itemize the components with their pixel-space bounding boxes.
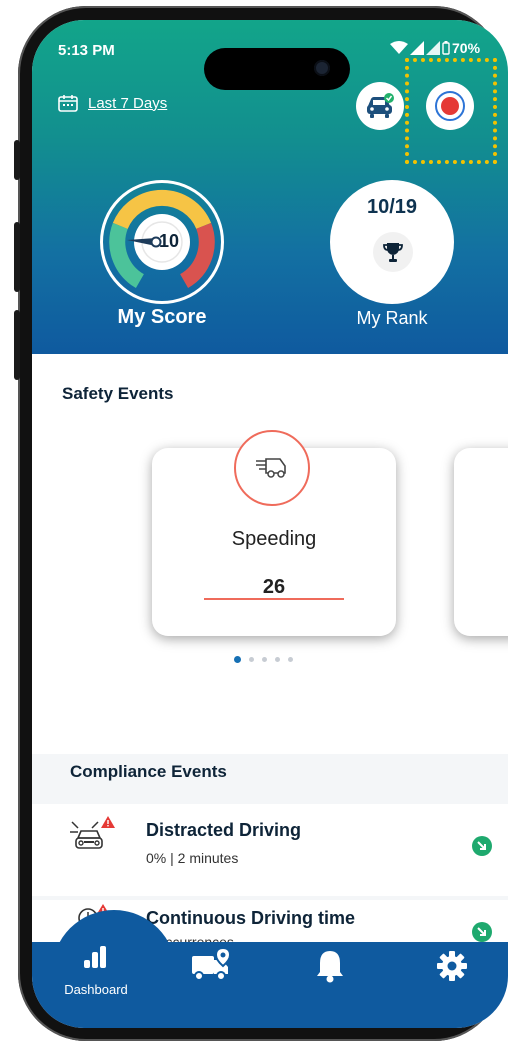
trophy-icon bbox=[373, 232, 413, 272]
rank-label: My Rank bbox=[356, 308, 428, 328]
battery-percent: 70% bbox=[452, 40, 481, 56]
nav-vehicle-location[interactable] bbox=[190, 946, 240, 992]
nav-dashboard-label: Dashboard bbox=[64, 982, 128, 997]
pagination-dot-4[interactable] bbox=[275, 657, 280, 662]
score-gauge[interactable]: 10 bbox=[100, 180, 224, 304]
phone-volume-up bbox=[14, 222, 20, 292]
date-filter[interactable]: Last 7 Days bbox=[58, 94, 167, 112]
phone-volume-down bbox=[14, 310, 20, 380]
compliance-events-title: Compliance Events bbox=[70, 762, 227, 781]
nav-dashboard[interactable]: Dashboard bbox=[56, 946, 136, 1006]
phone-mute-switch bbox=[14, 140, 20, 180]
rank-value: 10/19 bbox=[366, 196, 418, 218]
speeding-count: 26 bbox=[262, 576, 286, 598]
pagination-dot-1[interactable] bbox=[234, 656, 241, 663]
app-screen: 5:13 PM 70% Last 7 Days 10 My Score 10/1… bbox=[32, 20, 508, 1028]
trend-down-icon-2 bbox=[472, 922, 492, 942]
truck-location-icon bbox=[192, 946, 232, 981]
speeding-icon bbox=[234, 430, 310, 506]
status-time: 5:13 PM bbox=[58, 42, 115, 59]
vehicle-status-button[interactable] bbox=[356, 82, 404, 130]
pagination-dot-5[interactable] bbox=[288, 657, 293, 662]
highlight-box bbox=[405, 58, 497, 164]
bell-icon bbox=[317, 951, 343, 983]
battery-icon bbox=[442, 41, 450, 55]
date-filter-label[interactable]: Last 7 Days bbox=[88, 95, 167, 112]
score-label: My Score bbox=[117, 306, 207, 328]
status-icons: 70% bbox=[390, 40, 480, 56]
pagination-dot-3[interactable] bbox=[262, 657, 267, 662]
speeding-underline bbox=[204, 598, 344, 600]
nav-notifications[interactable] bbox=[314, 948, 350, 988]
car-check-icon bbox=[367, 93, 394, 118]
nav-settings[interactable] bbox=[436, 950, 472, 986]
distracted-driving-detail: 0% | 2 minutes bbox=[146, 850, 239, 866]
distracted-driving-label: Distracted Driving bbox=[146, 820, 302, 840]
signal-icon bbox=[410, 41, 424, 55]
camera bbox=[314, 60, 330, 76]
continuous-driving-label: Continuous Driving time bbox=[146, 908, 355, 928]
distracted-driving-icon bbox=[68, 814, 116, 863]
speeding-label: Speeding bbox=[231, 528, 317, 550]
score-value: 10 bbox=[159, 231, 180, 251]
signal-icon-2 bbox=[426, 41, 440, 55]
wifi-icon bbox=[390, 41, 408, 54]
trend-down-icon bbox=[472, 836, 492, 856]
pagination-dot-2[interactable] bbox=[249, 657, 254, 662]
gear-icon bbox=[437, 951, 467, 981]
bar-chart-icon bbox=[84, 946, 106, 968]
next-event-card[interactable] bbox=[454, 448, 508, 636]
safety-events-title: Safety Events bbox=[62, 384, 174, 403]
carousel-pagination[interactable] bbox=[234, 656, 293, 663]
calendar-icon bbox=[58, 95, 78, 112]
